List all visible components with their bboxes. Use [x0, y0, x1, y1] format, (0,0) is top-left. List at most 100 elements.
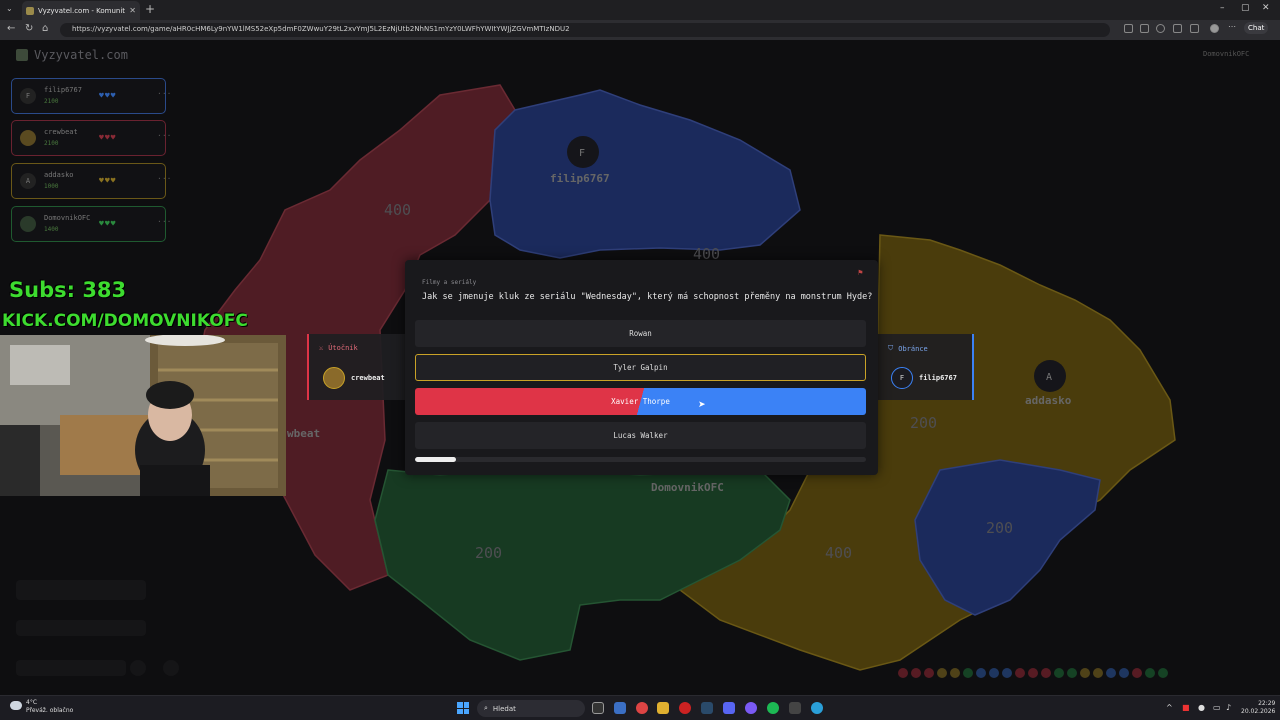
legend-dot: [963, 668, 973, 678]
tab-favicon: [26, 6, 34, 15]
url-field[interactable]: https://vyzyvatel.com/game/aHR0cHM6Ly9nY…: [60, 23, 1110, 37]
weather-temp: 4°C: [26, 699, 38, 706]
more-icon[interactable]: ···: [157, 174, 171, 183]
file-explorer-icon[interactable]: [657, 702, 669, 714]
legend-dot: [950, 668, 960, 678]
attacker-player: crewbeat: [323, 367, 385, 389]
sword-icon: ⚔: [319, 344, 324, 352]
tab-title: Vyzyvatel.com - Komunitní vědom: [38, 6, 126, 15]
xbox-icon[interactable]: [789, 702, 801, 714]
minimize-icon[interactable]: –: [1220, 3, 1225, 13]
player-name: addasko: [44, 171, 74, 179]
edge-icon[interactable]: [811, 702, 823, 714]
region-value-label: 400: [384, 201, 411, 219]
mouse-cursor-icon: ➤: [698, 400, 706, 410]
answer-option-selected[interactable]: Tyler Galpin: [415, 354, 866, 381]
region-domovnik-south[interactable]: [374, 469, 791, 661]
home-icon[interactable]: ⌂: [42, 23, 48, 34]
mic-icon[interactable]: ●: [1198, 703, 1205, 712]
back-icon[interactable]: ←: [7, 23, 15, 34]
tab-menu-icon[interactable]: ⌄: [6, 4, 13, 13]
game-area: 400 400 200 200 200 400 F filip6767 A ad…: [0, 40, 1280, 695]
window-close-icon[interactable]: ✕: [1262, 3, 1270, 13]
tray-chevron-icon[interactable]: ^: [1166, 703, 1173, 712]
defender-player: F filip6767: [891, 367, 957, 389]
hearts-icon: ♥♥♥: [99, 133, 117, 142]
browser-tab-bar: ⌄ Vyzyvatel.com - Komunitní vědom ✕ + – …: [0, 0, 1280, 20]
webcam-feed: [0, 335, 286, 496]
menu-icon[interactable]: ⋯: [1228, 22, 1237, 31]
region-filip-north[interactable]: [489, 89, 801, 259]
cloud-icon: [10, 701, 22, 710]
maximize-icon[interactable]: ▢: [1241, 3, 1250, 13]
legend-dot: [898, 668, 908, 678]
answer-option[interactable]: Lucas Walker: [415, 422, 866, 449]
player-card[interactable]: F filip6767 2100 ♥♥♥ ···: [11, 78, 171, 114]
webcam-image: [0, 335, 286, 496]
task-view-icon[interactable]: [592, 702, 604, 714]
region-filip-southeast[interactable]: [914, 459, 1101, 616]
hearts-icon: ♥♥♥: [99, 176, 117, 185]
avatar: [323, 367, 345, 389]
taskbar-clock[interactable]: 22:29 20.02.2026: [1241, 700, 1275, 716]
more-icon[interactable]: ···: [157, 217, 171, 226]
reload-icon[interactable]: ↻: [25, 23, 33, 34]
player-card[interactable]: crewbeat 2100 ♥♥♥ ···: [11, 120, 171, 156]
shield-icon: ⛉: [888, 344, 894, 352]
region-value-label: 200: [475, 544, 502, 562]
tab-close-icon[interactable]: ✕: [129, 6, 136, 15]
split-icon[interactable]: [1173, 24, 1182, 33]
region-value-label: 200: [910, 414, 937, 432]
reader-icon[interactable]: [1124, 24, 1133, 33]
extension-icon[interactable]: [1140, 24, 1149, 33]
player-legend-dots: [898, 668, 1168, 678]
copilot-chat-button[interactable]: Chat: [1244, 22, 1269, 34]
legend-dot: [989, 668, 999, 678]
domovnik-map-name: DomovnikOFC: [651, 481, 724, 494]
chrome-icon[interactable]: [636, 702, 648, 714]
question-category: Filmy a seriály: [422, 279, 477, 286]
browser-tab[interactable]: Vyzyvatel.com - Komunitní vědom ✕: [22, 1, 140, 20]
attacker-name: crewbeat: [351, 374, 385, 382]
volume-icon[interactable]: ♪: [1226, 703, 1231, 712]
more-icon[interactable]: ···: [157, 131, 171, 140]
spotify-icon[interactable]: [767, 702, 779, 714]
collections-icon[interactable]: [1190, 24, 1199, 33]
question-text: Jak se jmenuje kluk ze seriálu "Wednesda…: [422, 292, 873, 302]
search-icon: ⌕: [484, 704, 488, 712]
network-icon[interactable]: ▭: [1213, 703, 1221, 712]
clock-date: 20.02.2026: [1241, 708, 1276, 715]
steam-icon[interactable]: [701, 702, 713, 714]
answer-option[interactable]: Rowan: [415, 320, 866, 347]
legend-dot: [1028, 668, 1038, 678]
address-bar-row: ← ↻ ⌂ https://vyzyvatel.com/game/aHR0cHM…: [0, 20, 1280, 40]
filip-map-name: filip6767: [550, 172, 610, 185]
favorite-icon[interactable]: [1156, 24, 1165, 33]
addasko-map-initial: A: [1046, 372, 1052, 383]
opera-icon[interactable]: [679, 702, 691, 714]
current-player-label: DomovnikOFC: [1203, 50, 1250, 58]
timer-bar: [415, 457, 866, 462]
taskbar-search[interactable]: ⌕ Hledat: [477, 700, 585, 717]
profile-icon[interactable]: [1210, 24, 1219, 33]
player-card[interactable]: DomovnikOFC 1400 ♥♥♥ ···: [11, 206, 171, 242]
tray-app-icon[interactable]: ■: [1182, 703, 1190, 712]
windows-taskbar: 4°C Převáž. oblačno ⌕ Hledat ^ ■ ● ▭ ♪ 2…: [0, 695, 1280, 720]
new-tab-icon[interactable]: +: [145, 2, 155, 16]
more-icon[interactable]: ···: [157, 89, 171, 98]
messenger-icon[interactable]: [745, 702, 757, 714]
legend-dot: [1054, 668, 1064, 678]
legend-dot: [1145, 668, 1155, 678]
region-value-label: 200: [986, 519, 1013, 537]
player-score: 1400: [44, 226, 59, 233]
start-button-icon[interactable]: [457, 702, 469, 714]
report-flag-icon[interactable]: ⚑: [858, 268, 863, 277]
legend-dot: [937, 668, 947, 678]
widgets-icon[interactable]: [614, 702, 626, 714]
timer-fill: [415, 457, 456, 462]
site-logo[interactable]: Vyzyvatel.com: [16, 48, 128, 62]
search-placeholder: Hledat: [492, 704, 516, 713]
discord-icon[interactable]: [723, 702, 735, 714]
answer-option-contested[interactable]: Xavier Thorpe: [415, 388, 866, 415]
player-card[interactable]: A addasko 1000 ♥♥♥ ···: [11, 163, 171, 199]
